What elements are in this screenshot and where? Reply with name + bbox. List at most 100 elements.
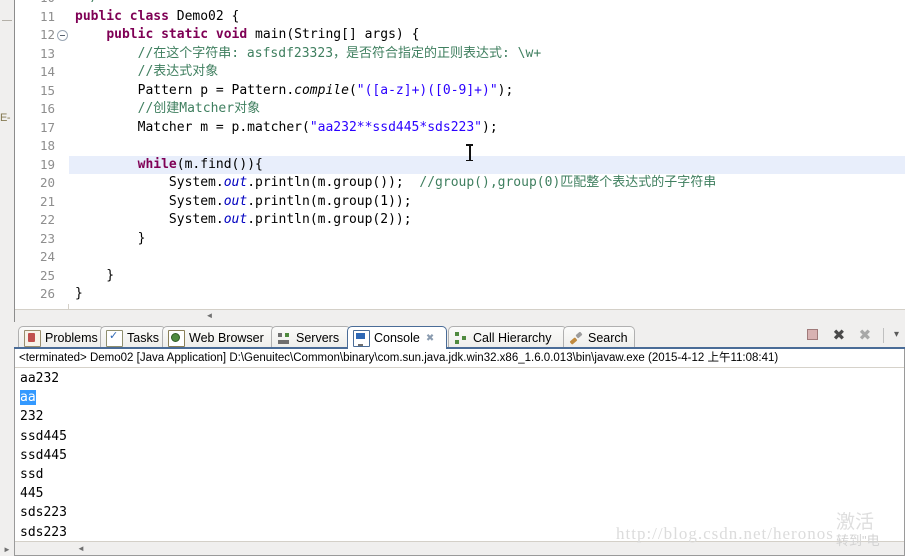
code-line[interactable]: } — [69, 285, 905, 304]
remove-all-terminated-button[interactable]: ✖ — [857, 327, 873, 343]
console-output-line[interactable]: ssd445 — [20, 446, 904, 465]
code-line[interactable]: System.out.println(m.group(2)); — [69, 211, 905, 230]
code-editor[interactable]: 1011121314151617181920212223242526 */ pub… — [14, 0, 905, 322]
console-scroll-left-icon[interactable]: ◄ — [77, 544, 85, 553]
code-token-plain: main(String[] args) { — [255, 27, 420, 42]
view-tab-bar[interactable]: ProblemsTasksWeb BrowserServersConsole✖C… — [0, 323, 905, 349]
line-number: 16 — [15, 100, 69, 119]
code-line[interactable]: public class Demo02 { — [69, 8, 905, 27]
tab-tasks[interactable]: Tasks — [100, 326, 166, 349]
code-line[interactable]: } — [69, 230, 905, 249]
search-icon — [569, 331, 584, 346]
line-number: 21 — [15, 192, 69, 211]
code-token-str: "([a-z]+)([0-9]+)" — [356, 82, 498, 98]
tab-label: Call Hierarchy — [473, 331, 552, 345]
code-line[interactable]: Pattern p = Pattern.compile("([a-z]+)([0… — [69, 82, 905, 101]
strip-label[interactable]: E- — [0, 112, 14, 124]
tab-call-hierarchy[interactable]: Call Hierarchy — [448, 326, 567, 349]
output-text: sds223 — [20, 505, 67, 521]
output-text: 232 — [20, 409, 44, 425]
tab-label: Search — [588, 331, 628, 345]
line-number: 13 — [15, 44, 69, 63]
console-output-line[interactable]: 232 — [20, 407, 904, 426]
console-output-line[interactable]: ssd — [20, 465, 904, 484]
line-number: 15 — [15, 81, 69, 100]
terminate-button[interactable] — [805, 327, 821, 343]
scroll-left-icon[interactable]: ◄ — [205, 311, 214, 320]
console-output-line[interactable]: sds223 — [20, 503, 904, 522]
code-line[interactable]: public static void main(String[] args) { — [69, 26, 905, 45]
code-token-italic: compile — [294, 82, 349, 98]
code-line[interactable] — [69, 248, 905, 267]
code-token-cmt: //group(),group(0)匹配整个表达式的子字符串 — [419, 175, 717, 190]
code-token-plain: .println(m.group(1)); — [247, 193, 412, 209]
code-line[interactable]: System.out.println(m.group(1)); — [69, 193, 905, 212]
code-line[interactable]: System.out.println(m.group()); //group()… — [69, 174, 905, 193]
code-line[interactable]: //在这个字符串: asfsdf23323，是否符合指定的正则表达式: \w+ — [69, 45, 905, 64]
code-token-plain: .println(m.group(2)); — [247, 212, 412, 227]
tab-label: Servers — [296, 331, 340, 345]
remove-launch-button[interactable]: ✖ — [831, 327, 847, 343]
line-number: 14 — [15, 63, 69, 82]
tab-label: Web Browser — [189, 331, 264, 345]
tab-search[interactable]: Search — [563, 326, 635, 349]
web-browser-icon — [168, 329, 185, 347]
code-token-plain: System. — [75, 212, 224, 227]
code-line[interactable]: } — [69, 267, 905, 286]
editor-viewport[interactable]: 1011121314151617181920212223242526 */ pub… — [15, 0, 905, 310]
tasks-icon — [106, 329, 123, 347]
console-view[interactable]: <terminated> Demo02 [Java Application] D… — [14, 349, 905, 556]
line-number: 26 — [15, 285, 69, 304]
code-token-plain: Matcher m = p.matcher( — [75, 119, 310, 135]
output-text: ssd445 — [20, 428, 67, 444]
code-line[interactable]: while(m.find()){ — [69, 155, 905, 174]
toolbar-separator — [882, 327, 884, 343]
console-output-line[interactable]: 445 — [20, 484, 904, 503]
code-token-plain: } — [75, 267, 115, 283]
panel-scroll-left-icon[interactable]: ► — [3, 545, 11, 554]
code-token-plain: System. — [75, 175, 224, 190]
code-token-plain: ( — [348, 82, 357, 98]
code-text-area[interactable]: */ public class Demo02 { public static vo… — [69, 0, 905, 310]
line-number: 12 — [15, 26, 69, 45]
code-line[interactable]: Matcher m = p.matcher("aa232**ssd445*sds… — [69, 119, 905, 138]
selected-text: aa — [20, 390, 36, 406]
tab-label: Problems — [45, 331, 98, 345]
code-line[interactable]: */ — [69, 0, 905, 8]
editor-horizontal-scrollbar[interactable]: ◄ — [15, 309, 905, 322]
console-output-line[interactable]: sds223 — [20, 523, 904, 542]
editor-gutter[interactable]: 1011121314151617181920212223242526 — [15, 0, 69, 310]
code-token-cmt: //创建Matcher对象 — [137, 101, 261, 116]
tab-problems[interactable]: Problems — [18, 326, 104, 349]
output-text: 445 — [20, 486, 44, 502]
tab-web-browser[interactable]: Web Browser — [162, 326, 275, 349]
code-token-kw: public static void — [106, 27, 256, 42]
output-text: aa232 — [20, 371, 60, 386]
code-token-cmt: //在这个字符串: asfsdf23323，是否符合指定的正则表达式: \w+ — [137, 45, 542, 61]
close-icon[interactable]: ✖ — [426, 333, 434, 344]
line-number: 19 — [15, 155, 69, 174]
code-token-cmt: //表达式对象 — [137, 64, 219, 79]
line-number-column: 1011121314151617181920212223242526 — [15, 0, 69, 304]
tab-label: Console — [374, 331, 420, 345]
console-horizontal-scrollbar[interactable]: ◄ — [15, 541, 904, 555]
chevron-down-icon[interactable]: ▾ — [894, 327, 899, 343]
code-line[interactable] — [69, 137, 905, 156]
console-output[interactable]: aa232 aa 232 ssd445 ssd445 ssd 445 sds223 sds223 — [15, 369, 904, 541]
console-toolbar[interactable]: ✖ ✖ ▾ — [805, 327, 899, 343]
left-collapsed-view-strip: E- — [0, 0, 15, 322]
code-line[interactable]: //表达式对象 — [69, 63, 905, 82]
tab-servers[interactable]: Servers — [271, 326, 351, 349]
code-token-static: out — [223, 193, 248, 209]
console-output-line[interactable]: aa232 — [20, 369, 904, 388]
code-line[interactable]: //创建Matcher对象 — [69, 100, 905, 119]
line-number: 18 — [15, 137, 69, 156]
console-output-line[interactable]: ssd445 — [20, 427, 904, 446]
tab-console[interactable]: Console ✖ — [347, 326, 447, 349]
console-output-line[interactable]: aa — [20, 388, 904, 407]
fold-collapse-icon[interactable] — [57, 30, 68, 41]
code-token-static: out — [223, 175, 248, 190]
line-number: 23 — [15, 229, 69, 248]
